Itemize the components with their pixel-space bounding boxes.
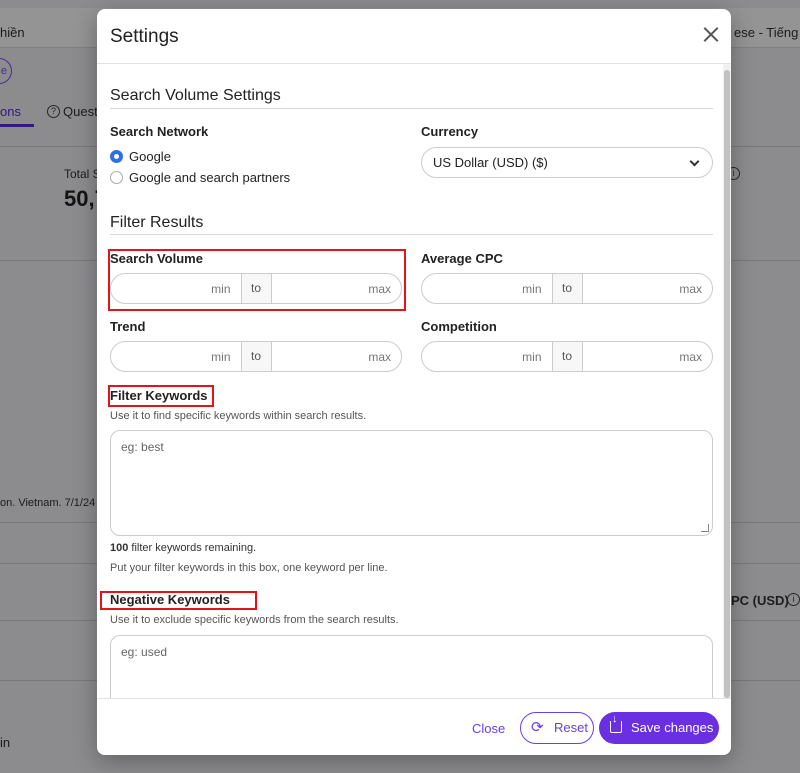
max-placeholder: max — [368, 350, 391, 364]
max-placeholder: max — [679, 350, 702, 364]
radio-google-and-partners-label: Google and search partners — [129, 170, 291, 185]
close-icon[interactable] — [699, 23, 723, 47]
modal-header: Settings — [97, 9, 731, 64]
negative-keywords-placeholder: eg: used — [121, 645, 168, 659]
negative-keywords-textarea[interactable]: eg: used — [110, 635, 713, 698]
competition-min-input[interactable]: min — [422, 342, 552, 371]
modal-title: Settings — [110, 26, 179, 47]
competition-label: Competition — [421, 319, 497, 334]
currency-select[interactable]: US Dollar (USD) ($) — [421, 147, 713, 178]
search-network-label: Search Network — [110, 124, 209, 139]
filter-keywords-placeholder: eg: best — [121, 440, 164, 454]
filter-results-heading: Filter Results — [110, 214, 204, 231]
highlight-box-search-volume — [108, 249, 406, 311]
highlight-box-negative-keywords — [100, 591, 257, 610]
range-to-label: to — [551, 274, 583, 303]
chevron-down-icon — [689, 156, 700, 167]
min-placeholder: min — [522, 350, 542, 364]
save-download-icon — [610, 714, 622, 733]
highlight-box-filter-keywords — [108, 385, 214, 407]
filter-keywords-remaining: 100 filter keywords remaining. — [110, 542, 256, 554]
settings-modal: Settings Search Volume Settings Search N… — [97, 9, 731, 755]
filter-keywords-textarea[interactable]: eg: best — [110, 430, 713, 536]
modal-footer: Close ⟳ Reset Save changes — [97, 698, 731, 755]
max-placeholder: max — [679, 282, 702, 296]
range-to-label: to — [240, 342, 272, 371]
section-divider — [110, 234, 713, 235]
trend-max-input[interactable]: max — [272, 342, 402, 371]
refresh-icon: ⟳ — [531, 719, 544, 736]
section-divider — [110, 108, 713, 109]
average-cpc-max-input[interactable]: max — [583, 274, 713, 303]
search-volume-settings-heading: Search Volume Settings — [110, 87, 281, 104]
remaining-text: filter keywords remaining. — [128, 542, 257, 554]
radio-checked-icon[interactable] — [110, 150, 123, 163]
reset-button[interactable]: ⟳ Reset — [520, 712, 594, 744]
modal-body: Search Volume Settings Search Network Go… — [97, 64, 731, 698]
negative-keywords-help: Use it to exclude specific keywords from… — [110, 614, 399, 626]
save-changes-label: Save changes — [631, 720, 714, 735]
range-to-label: to — [551, 342, 583, 371]
min-placeholder: min — [211, 350, 231, 364]
remaining-count: 100 — [110, 542, 129, 554]
competition-range: min to max — [421, 341, 713, 372]
resize-grip-icon[interactable] — [701, 524, 709, 532]
scrollbar-thumb[interactable] — [724, 70, 730, 698]
trend-range: min to max — [110, 341, 402, 372]
currency-select-value: US Dollar (USD) ($) — [433, 155, 548, 170]
average-cpc-min-input[interactable]: min — [422, 274, 552, 303]
save-changes-button[interactable]: Save changes — [599, 712, 719, 744]
min-placeholder: min — [522, 282, 542, 296]
radio-google[interactable]: Google — [110, 149, 171, 164]
close-button[interactable]: Close — [472, 721, 505, 736]
trend-min-input[interactable]: min — [111, 342, 241, 371]
filter-keywords-help: Use it to find specific keywords within … — [110, 410, 367, 422]
reset-button-label: Reset — [554, 720, 588, 735]
radio-google-and-partners[interactable]: Google and search partners — [110, 170, 290, 185]
radio-unchecked-icon[interactable] — [110, 171, 123, 184]
trend-label: Trend — [110, 319, 146, 334]
average-cpc-range: min to max — [421, 273, 713, 304]
radio-google-label: Google — [129, 149, 171, 164]
currency-label: Currency — [421, 124, 479, 139]
average-cpc-label: Average CPC — [421, 251, 503, 266]
filter-keywords-hint: Put your filter keywords in this box, on… — [110, 562, 388, 574]
competition-max-input[interactable]: max — [583, 342, 713, 371]
